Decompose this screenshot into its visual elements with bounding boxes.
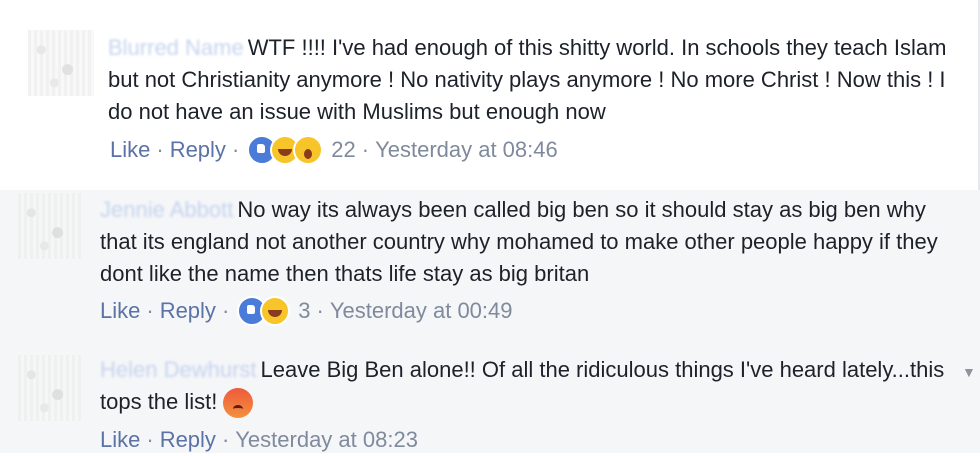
like-button[interactable]: Like (100, 298, 140, 324)
avatar[interactable] (18, 193, 84, 259)
reactions[interactable] (237, 296, 291, 326)
avatar[interactable] (28, 30, 94, 96)
comment-actions: Like · Reply · 3 · Yesterday at 00:49 (100, 295, 513, 327)
commenter-name[interactable]: Blurred Name (108, 35, 244, 60)
reply-button[interactable]: Reply (170, 137, 226, 163)
haha-reaction-icon (260, 296, 291, 326)
separator: · (231, 137, 240, 162)
comment-actions: Like · Reply · 22 · Yesterday at 08:46 (110, 134, 558, 166)
separator: · (146, 298, 154, 323)
chevron-down-icon[interactable]: ▼ (962, 364, 976, 380)
avatar[interactable] (18, 355, 84, 421)
separator: · (316, 298, 324, 323)
angry-emoji-icon (223, 388, 254, 419)
separator: · (361, 137, 370, 162)
reply-button[interactable]: Reply (160, 427, 216, 453)
like-button[interactable]: Like (110, 137, 150, 163)
separator: · (156, 137, 164, 162)
separator: · (221, 427, 230, 452)
commenter-name[interactable]: Helen Dewhurst (100, 357, 257, 382)
reaction-count[interactable]: 3 (298, 298, 310, 324)
comment-text: Blurred Name WTF !!!! I've had enough of … (108, 35, 947, 124)
commenter-name[interactable]: Jennie Abbott (100, 197, 233, 222)
timestamp[interactable]: Yesterday at 00:49 (330, 298, 513, 324)
separator: · (221, 298, 230, 323)
comment-text: Helen Dewhurst Leave Big Ben alone!! Of a… (100, 354, 955, 419)
separator: · (146, 427, 154, 452)
comment-text: Jennie Abbott No way its always been call… (100, 197, 938, 286)
like-button[interactable]: Like (100, 427, 140, 453)
reply-button[interactable]: Reply (160, 298, 216, 324)
timestamp[interactable]: Yesterday at 08:23 (235, 427, 418, 453)
wow-reaction-icon (293, 135, 324, 165)
comment-actions: Like · Reply · Yesterday at 08:23 (100, 424, 418, 456)
reactions[interactable] (247, 135, 324, 165)
timestamp[interactable]: Yesterday at 08:46 (375, 137, 558, 163)
reaction-count[interactable]: 22 (331, 137, 355, 163)
